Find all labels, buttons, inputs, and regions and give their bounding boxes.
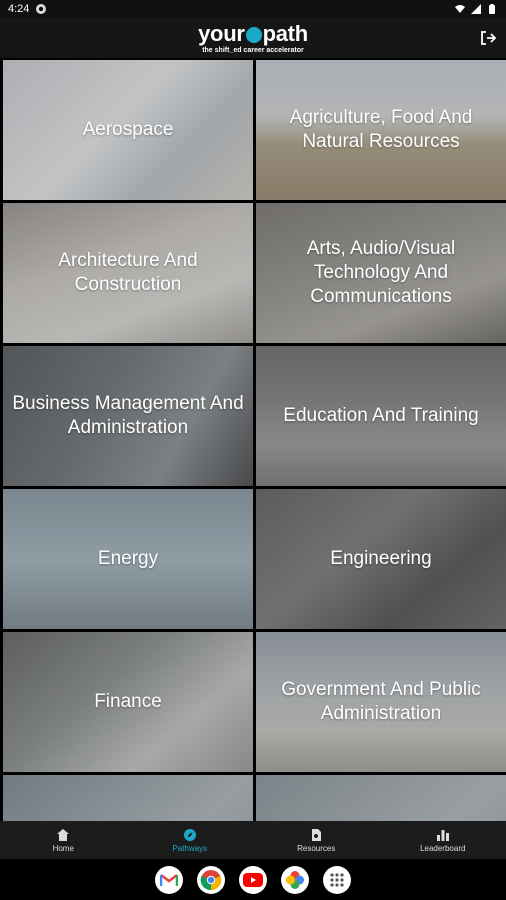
logo-tagline: the shift_ed career accelerator bbox=[202, 46, 304, 54]
pathway-label: Engineering bbox=[330, 547, 432, 569]
pathway-tile-government[interactable]: Government And Public Administration bbox=[256, 632, 506, 772]
pathway-label: Government And Public Administration bbox=[281, 678, 481, 724]
pathway-grid: Aerospace Agriculture, Food And Natural … bbox=[0, 58, 506, 821]
chrome-icon[interactable] bbox=[197, 865, 225, 894]
pathway-label: Arts, Audio/Visual Technology And Commun… bbox=[306, 237, 456, 308]
home-icon bbox=[57, 828, 70, 841]
nav-pathways-label: Pathways bbox=[172, 843, 208, 853]
youtube-icon[interactable] bbox=[239, 865, 267, 894]
pathway-label: Architecture And Construction bbox=[58, 249, 198, 295]
pathway-tile-business[interactable]: Business Management And Administration bbox=[3, 346, 253, 486]
app-drawer-icon[interactable] bbox=[323, 865, 351, 894]
pathway-tile-architecture[interactable]: Architecture And Construction bbox=[3, 203, 253, 343]
system-dock bbox=[0, 859, 506, 900]
app-drawer-glyph bbox=[330, 872, 344, 887]
compass-icon bbox=[183, 828, 196, 841]
logo-dot-icon bbox=[245, 26, 262, 43]
status-bar: 4:24 bbox=[0, 0, 506, 18]
pathway-tile-aerospace[interactable]: Aerospace bbox=[3, 60, 253, 200]
pathway-tile-finance[interactable]: Finance bbox=[3, 632, 253, 772]
logo-word-right: path bbox=[262, 20, 309, 46]
nav-home[interactable]: Home bbox=[0, 821, 127, 859]
signal-icon bbox=[471, 4, 481, 14]
pathway-tile-partial[interactable] bbox=[256, 775, 506, 821]
pathway-label: Finance bbox=[94, 690, 162, 712]
nav-resources[interactable]: Resources bbox=[253, 821, 380, 859]
app-logo: your path the shift_ed career accelerato… bbox=[198, 20, 309, 54]
nav-leaderboard[interactable]: Leaderboard bbox=[380, 821, 506, 859]
nav-leaderboard-label: Leaderboard bbox=[420, 843, 466, 853]
bottom-nav: Home Pathways Resources Leaderboard bbox=[0, 821, 506, 859]
photos-glyph bbox=[286, 870, 304, 889]
logout-icon[interactable] bbox=[478, 28, 498, 48]
pathway-label: Energy bbox=[97, 547, 159, 569]
pathway-tile-energy[interactable]: Energy bbox=[3, 489, 253, 629]
photos-icon[interactable] bbox=[281, 865, 309, 894]
app-header: your path the shift_ed career accelerato… bbox=[0, 18, 506, 58]
pathway-label: Aerospace bbox=[82, 118, 174, 140]
status-time: 4:24 bbox=[8, 3, 30, 15]
pathway-tile-partial[interactable] bbox=[3, 775, 253, 821]
pathway-tile-arts[interactable]: Arts, Audio/Visual Technology And Commun… bbox=[256, 203, 506, 343]
pathway-label: Education And Training bbox=[283, 404, 479, 426]
status-right bbox=[454, 3, 498, 15]
document-search-icon bbox=[312, 828, 322, 841]
nav-resources-label: Resources bbox=[297, 843, 336, 853]
gmail-glyph bbox=[160, 873, 178, 886]
status-left: 4:24 bbox=[8, 3, 47, 15]
logo-word-left: your bbox=[198, 20, 245, 46]
pathway-tile-engineering[interactable]: Engineering bbox=[256, 489, 506, 629]
pathway-tile-education[interactable]: Education And Training bbox=[256, 346, 506, 486]
nav-pathways[interactable]: Pathways bbox=[127, 821, 254, 859]
pathway-label: Business Management And Administration bbox=[12, 392, 244, 438]
gmail-icon[interactable] bbox=[155, 865, 183, 894]
youtube-glyph bbox=[243, 872, 263, 887]
logo-wordmark: your path bbox=[198, 20, 309, 46]
chrome-glyph bbox=[200, 869, 222, 890]
leaderboard-icon bbox=[436, 829, 449, 841]
wifi-icon bbox=[455, 5, 465, 13]
tile-overlay bbox=[3, 775, 253, 821]
battery-icon bbox=[489, 4, 495, 14]
tile-overlay bbox=[256, 775, 506, 821]
pathway-tile-agriculture[interactable]: Agriculture, Food And Natural Resources bbox=[256, 60, 506, 200]
pathway-label: Agriculture, Food And Natural Resources bbox=[289, 106, 473, 152]
notification-icon bbox=[36, 4, 47, 14]
nav-home-label: Home bbox=[52, 843, 74, 853]
